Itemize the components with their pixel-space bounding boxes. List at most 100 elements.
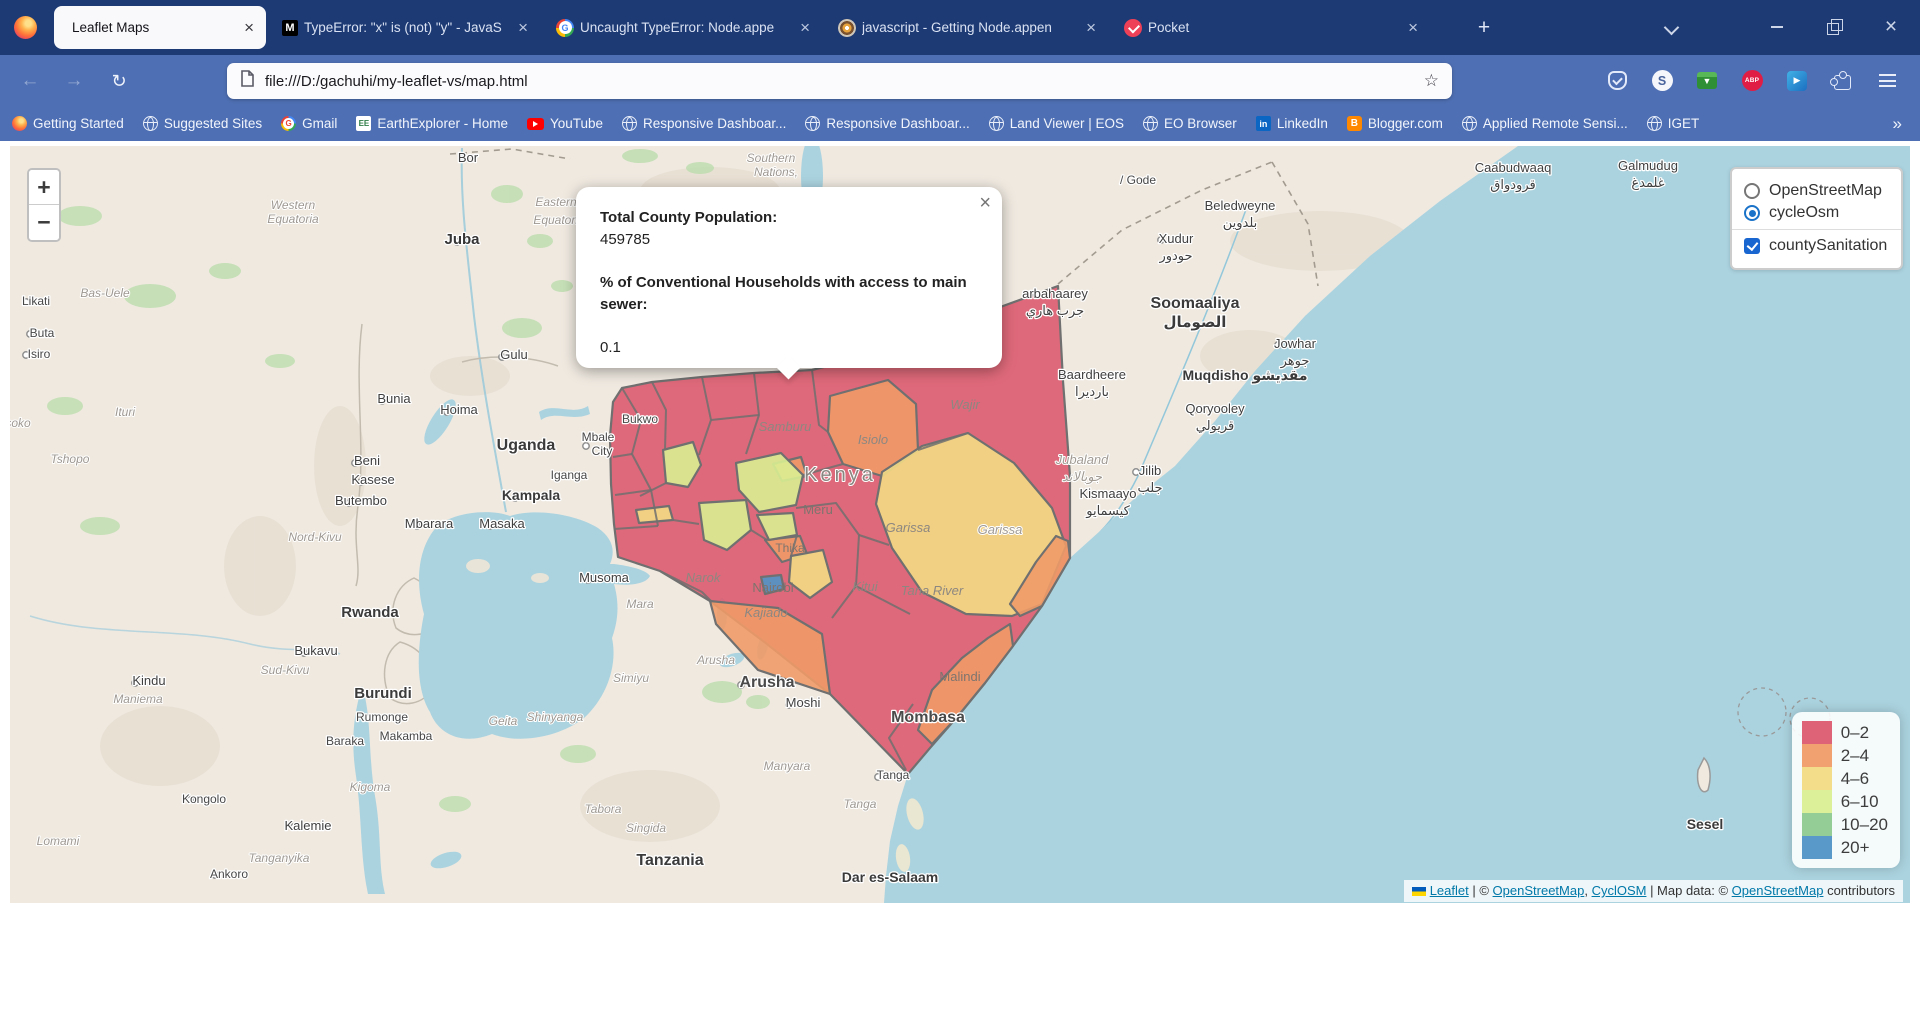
bookmark-item[interactable]: IGET: [1647, 116, 1700, 131]
url-text[interactable]: file:///D:/gachuhi/my-leaflet-vs/map.htm…: [265, 73, 1424, 90]
browser-tab[interactable]: javascript - Getting Node.appen ×: [826, 6, 1108, 49]
map-label: Nations,: [754, 165, 798, 179]
bookmark-item[interactable]: Applied Remote Sensi...: [1462, 116, 1628, 131]
tab-title: javascript - Getting Node.appen: [862, 20, 1078, 35]
ukraine-flag-icon: [1412, 887, 1426, 896]
bookmark-label: Responsive Dashboar...: [826, 116, 969, 131]
bookmark-item[interactable]: Responsive Dashboar...: [622, 116, 786, 131]
share-extension-icon[interactable]: ▶: [1786, 70, 1808, 92]
bookmark-label: IGET: [1668, 116, 1700, 131]
window-restore-button[interactable]: [1814, 12, 1856, 42]
map-label: Thika: [775, 541, 805, 555]
bookmark-item[interactable]: Suggested Sites: [143, 116, 262, 131]
tab-title: Pocket: [1148, 20, 1400, 35]
bookmark-item[interactable]: inLinkedIn: [1256, 116, 1328, 131]
browser-tab[interactable]: Pocket ×: [1112, 6, 1430, 49]
map-label: Bas-Uele: [80, 286, 130, 300]
osm-data-link[interactable]: OpenStreetMap: [1732, 883, 1824, 898]
back-button[interactable]: ←: [14, 66, 46, 96]
zoom-in-button[interactable]: +: [29, 170, 59, 205]
map-label: Mombasa: [891, 709, 965, 726]
session-extension-icon[interactable]: S: [1651, 70, 1673, 92]
attribution-text: ,: [1584, 883, 1591, 898]
radio-icon[interactable]: [1744, 205, 1760, 221]
popup-close-button[interactable]: ×: [979, 192, 991, 215]
bookmark-item[interactable]: Gmail: [281, 116, 337, 131]
map-label: Garissa: [886, 520, 931, 535]
legend-label: 2–4: [1841, 746, 1869, 766]
window-minimize-button[interactable]: [1756, 12, 1798, 42]
tab-title: Uncaught TypeError: Node.appe: [580, 20, 792, 35]
bookmark-item[interactable]: Land Viewer | EOS: [989, 116, 1124, 131]
map-label: Kampala: [502, 487, 561, 503]
tab-close-button[interactable]: ×: [242, 18, 256, 38]
forward-button[interactable]: →: [58, 66, 90, 96]
legend-swatch: [1802, 836, 1832, 859]
reload-button[interactable]: ↻: [103, 66, 135, 96]
bookmark-star-icon[interactable]: ☆: [1424, 71, 1439, 91]
browser-tab[interactable]: MTypeError: "x" is (not) "y" - JavaS×: [270, 6, 540, 49]
radio-icon[interactable]: [1744, 183, 1760, 199]
osm-link[interactable]: OpenStreetMap: [1493, 883, 1585, 898]
map-label: Muqdisho مقديشو: [1182, 367, 1307, 384]
firefox-logo-icon: [14, 16, 37, 39]
hamburger-menu-icon[interactable]: [1876, 70, 1898, 92]
popup-content: Total County Population: 459785 % of Con…: [576, 187, 1002, 379]
map-label: قرودواق: [1490, 177, 1535, 193]
cyclosm-link[interactable]: CyclOSM: [1592, 883, 1647, 898]
map-label: Equatoria: [267, 212, 319, 226]
map-label: Hoima: [440, 402, 478, 417]
map-label: Narok: [686, 570, 722, 585]
map-label: Iganga: [551, 468, 588, 482]
bookmark-item[interactable]: BBlogger.com: [1347, 116, 1443, 131]
globe-icon: [622, 116, 637, 131]
tab-close-button[interactable]: ×: [1406, 18, 1420, 38]
browser-tab[interactable]: Uncaught TypeError: Node.appe ×: [544, 6, 822, 49]
url-bar[interactable]: file:///D:/gachuhi/my-leaflet-vs/map.htm…: [227, 63, 1452, 99]
list-all-tabs-chevron-icon[interactable]: [1666, 22, 1678, 34]
bookmark-label: Suggested Sites: [164, 116, 262, 131]
map-label: Tanga: [877, 768, 910, 782]
tab-close-button[interactable]: ×: [798, 18, 812, 38]
map-label: Mara: [626, 597, 654, 611]
map-label: Kongolo: [182, 792, 226, 806]
overlay-option[interactable]: countySanitation: [1744, 237, 1889, 255]
zoom-out-button[interactable]: −: [29, 205, 59, 240]
base-layer-option[interactable]: cycleOsm: [1744, 204, 1889, 222]
legend-label: 10–20: [1841, 815, 1888, 835]
map-label: Musoma: [579, 570, 630, 585]
bookmark-item[interactable]: EO Browser: [1143, 116, 1237, 131]
tab-close-button[interactable]: ×: [516, 18, 530, 38]
new-tab-button[interactable]: +: [1468, 12, 1500, 44]
map-label: جرب هاري: [1026, 303, 1084, 319]
tab-close-button[interactable]: ×: [1084, 18, 1098, 38]
base-layer-option[interactable]: OpenStreetMap: [1744, 182, 1889, 200]
bookmark-item[interactable]: Responsive Dashboar...: [805, 116, 969, 131]
leaflet-link[interactable]: Leaflet: [1430, 883, 1469, 898]
map-label: Bunia: [377, 391, 411, 406]
bookmark-item[interactable]: Getting Started: [12, 116, 124, 131]
bookmarks-overflow-chevron[interactable]: »: [1893, 114, 1902, 134]
window-close-button[interactable]: ×: [1870, 12, 1912, 42]
tab-title: TypeError: "x" is (not) "y" - JavaS: [304, 20, 510, 35]
map-label: Sud-Kivu: [261, 663, 310, 677]
legend-row: 20+: [1802, 836, 1888, 859]
browser-tab[interactable]: Leaflet Maps×: [54, 6, 266, 49]
map-label: Moshi: [786, 695, 821, 710]
layer-label: OpenStreetMap: [1769, 182, 1882, 200]
legend-label: 20+: [1841, 838, 1870, 858]
map-label: Jilib: [1139, 463, 1161, 478]
adblock-plus-icon[interactable]: ABP: [1741, 70, 1763, 92]
bookmark-label: Responsive Dashboar...: [643, 116, 786, 131]
map-label: Wajir: [950, 397, 980, 412]
globe-icon: [1143, 116, 1158, 131]
bookmark-item[interactable]: EEEarthExplorer - Home: [356, 116, 508, 131]
extensions-puzzle-icon[interactable]: [1831, 70, 1853, 92]
map-canvas[interactable]: SouthernNations,CaabudwaaqقرودواقGalmudu…: [10, 146, 1910, 903]
pocket-save-icon[interactable]: [1606, 70, 1628, 92]
map-label: Burundi: [354, 685, 412, 702]
map-label: City: [592, 444, 613, 458]
bookmark-item[interactable]: YouTube: [527, 116, 603, 131]
download-extension-icon[interactable]: ▼: [1696, 70, 1718, 92]
checkbox-icon[interactable]: [1744, 238, 1760, 254]
